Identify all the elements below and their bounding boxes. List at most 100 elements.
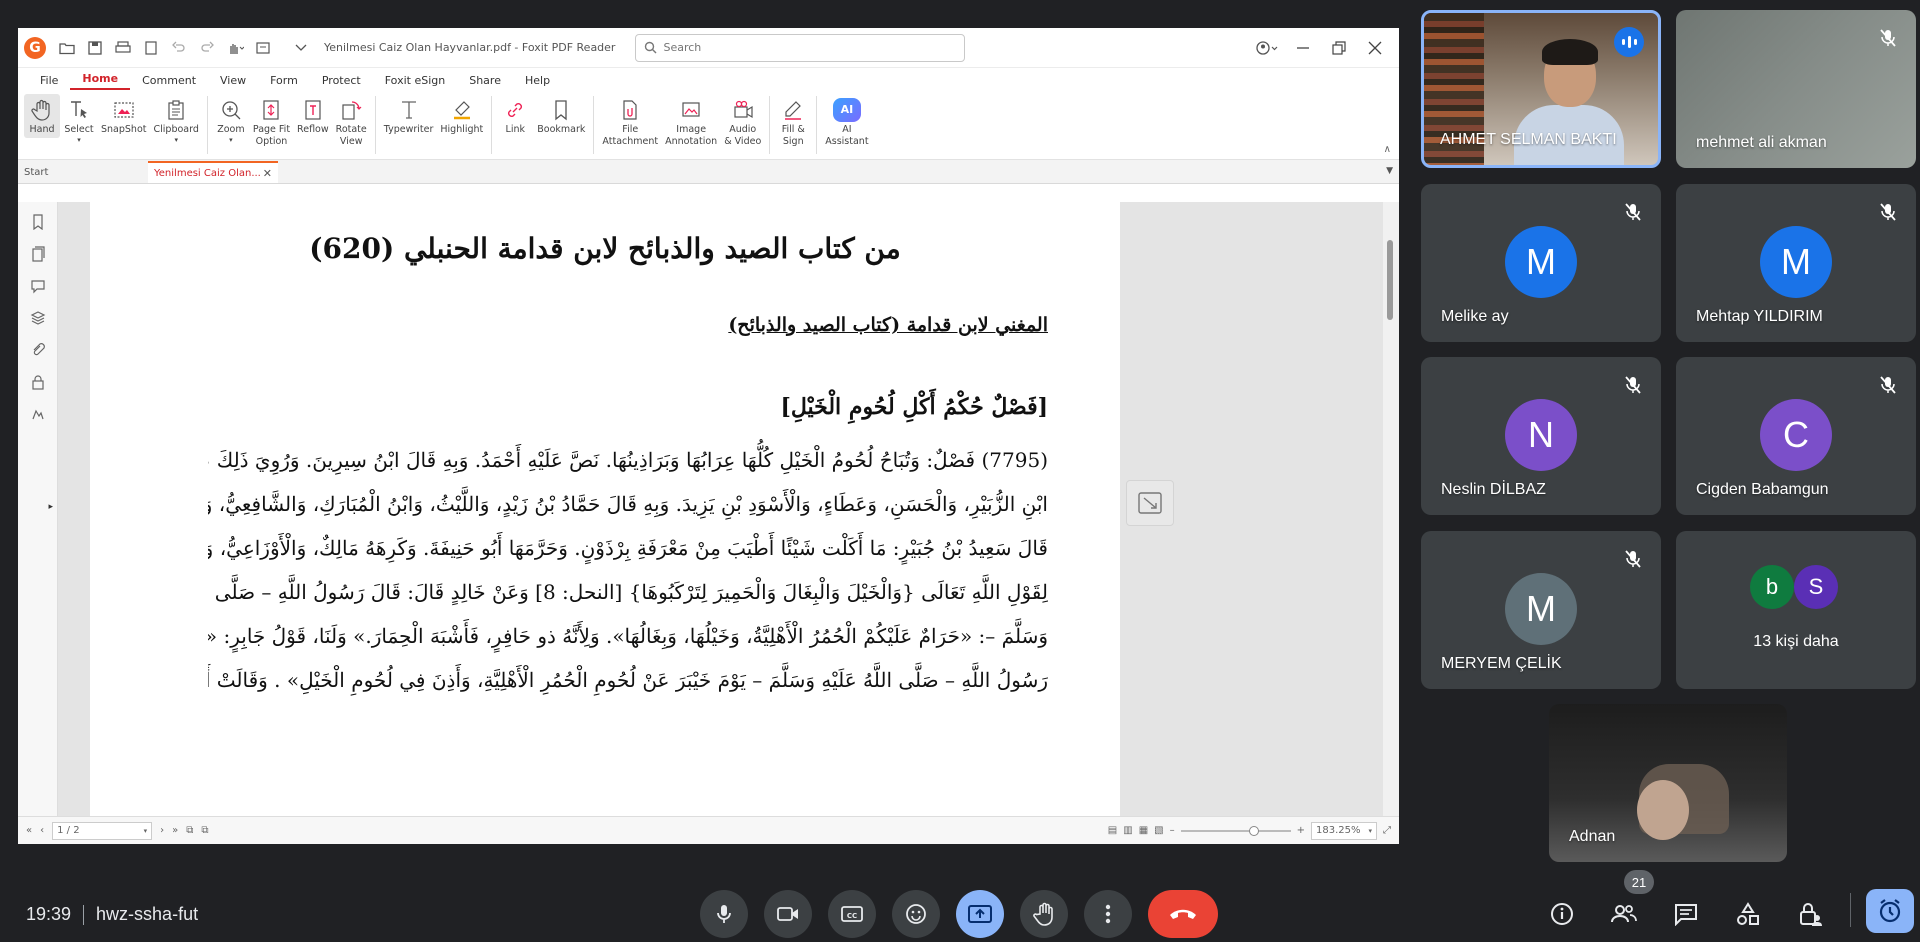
menu-home[interactable]: Home	[70, 72, 131, 90]
camera-button[interactable]	[764, 890, 812, 938]
chat-button[interactable]	[1666, 894, 1706, 934]
hand-tool-button[interactable]: Hand	[24, 94, 60, 139]
highlight-button[interactable]: Highlight	[437, 94, 486, 138]
floating-view-button[interactable]	[1126, 480, 1174, 526]
ai-assistant-button[interactable]: AI AI Assistant	[822, 94, 871, 151]
participant-tile[interactable]: M Mehtap YILDIRIM	[1676, 184, 1916, 342]
menu-protect[interactable]: Protect	[310, 74, 373, 90]
restore-button[interactable]	[1327, 36, 1351, 60]
first-page-icon[interactable]: «	[26, 825, 32, 836]
menu-help[interactable]: Help	[513, 74, 562, 90]
people-button[interactable]	[1604, 894, 1644, 934]
previous-page-icon[interactable]: ‹	[40, 825, 44, 836]
fill-sign-button[interactable]: Fill & Sign	[775, 94, 811, 151]
zoom-in-icon[interactable]: +	[1297, 825, 1305, 836]
image-annotation-button[interactable]: Image Annotation	[662, 94, 720, 151]
present-screen-button[interactable]	[956, 890, 1004, 938]
hand-dropdown-icon[interactable]	[222, 35, 248, 61]
host-controls-button[interactable]	[1790, 894, 1830, 934]
full-screen-icon[interactable]: ⤢	[1383, 825, 1391, 836]
bookmark-panel-icon[interactable]	[30, 214, 46, 230]
typewriter-button[interactable]: Typewriter	[381, 94, 437, 138]
continuous-facing-icon[interactable]: ▧	[1154, 825, 1163, 836]
menu-file[interactable]: File	[28, 74, 70, 90]
link-button[interactable]: Link	[497, 94, 533, 138]
single-page-icon[interactable]: ▤	[1108, 825, 1117, 836]
more-options-button[interactable]	[1084, 890, 1132, 938]
participant-tile[interactable]: C Cigden Babamgun	[1676, 357, 1916, 515]
shield-check-icon[interactable]	[288, 35, 314, 61]
print-icon[interactable]	[110, 35, 136, 61]
pages-panel-icon[interactable]	[30, 246, 46, 262]
tab-current-document[interactable]: Yenilmesi Caiz Olan... ✕	[148, 161, 278, 183]
snapshot-button[interactable]: SnapShot	[98, 94, 150, 138]
next-page-icon[interactable]: ›	[160, 825, 164, 836]
attachments-panel-icon[interactable]	[30, 342, 46, 358]
select-tool-button[interactable]: Select ▾	[61, 94, 97, 147]
rotate-view-button[interactable]: Rotate View	[333, 94, 370, 151]
microphone-button[interactable]	[700, 890, 748, 938]
facing-page-icon[interactable]: ▦	[1139, 825, 1148, 836]
reactions-button[interactable]	[892, 890, 940, 938]
meeting-details-button[interactable]	[1542, 894, 1582, 934]
leave-call-button[interactable]	[1148, 890, 1218, 938]
security-panel-icon[interactable]	[30, 374, 46, 390]
new-document-icon[interactable]	[138, 35, 164, 61]
zoom-slider-handle[interactable]	[1248, 825, 1259, 836]
tab-start[interactable]: Start	[18, 161, 148, 183]
menu-share[interactable]: Share	[457, 74, 513, 90]
reflow-button[interactable]: Reflow	[294, 94, 332, 138]
zoom-button[interactable]: Zoom ▾	[213, 94, 249, 147]
signature-panel-icon[interactable]	[30, 406, 46, 422]
search-input[interactable]	[663, 41, 944, 54]
open-folder-icon[interactable]	[54, 35, 80, 61]
participant-tile-speaker[interactable]: AHMET SELMAN BAKTI	[1421, 10, 1661, 168]
close-tab-icon[interactable]: ✕	[263, 167, 272, 180]
minimize-button[interactable]	[1291, 36, 1315, 60]
collapse-ribbon-icon[interactable]: ∧	[1384, 144, 1391, 155]
participant-tile[interactable]: M MERYEM ÇELİK	[1421, 531, 1661, 689]
participant-tile[interactable]: N Neslin DİLBAZ	[1421, 357, 1661, 515]
zoom-level-select[interactable]: 183.25% ▾	[1311, 821, 1377, 840]
participant-tile[interactable]: mehmet ali akman	[1676, 10, 1916, 168]
close-button[interactable]	[1363, 36, 1387, 60]
participant-tile[interactable]: M Melike ay	[1421, 184, 1661, 342]
page-fit-option-button[interactable]: Page Fit Option	[250, 94, 293, 151]
layers-panel-icon[interactable]	[30, 310, 46, 326]
zoom-out-icon[interactable]: –	[1170, 825, 1175, 836]
vertical-scrollbar[interactable]	[1383, 202, 1399, 816]
account-icon[interactable]	[1255, 36, 1279, 60]
last-page-icon[interactable]: »	[172, 825, 178, 836]
speaking-indicator-icon	[1614, 27, 1644, 57]
tab-list-dropdown-icon[interactable]: ▼	[1386, 166, 1393, 176]
bookmark-button[interactable]: Bookmark	[534, 94, 588, 138]
scrollbar-thumb[interactable]	[1387, 240, 1393, 320]
menu-form[interactable]: Form	[258, 74, 310, 90]
comments-panel-icon[interactable]	[30, 278, 46, 294]
redo-icon[interactable]	[194, 35, 220, 61]
menu-foxit-esign[interactable]: Foxit eSign	[373, 74, 457, 90]
self-view-tile[interactable]: Adnan	[1549, 704, 1787, 862]
search-box[interactable]	[635, 33, 966, 62]
timer-button[interactable]	[1866, 889, 1914, 933]
more-participants-tile[interactable]: b S 13 kişi daha	[1676, 531, 1916, 689]
audio-video-button[interactable]: Audio & Video	[721, 94, 764, 151]
undo-icon[interactable]	[166, 35, 192, 61]
menu-comment[interactable]: Comment	[130, 74, 208, 90]
activities-button[interactable]	[1728, 894, 1768, 934]
raise-hand-button[interactable]	[1020, 890, 1068, 938]
copy-view-icon[interactable]: ⧉	[186, 825, 193, 836]
expand-panel-icon[interactable]: ▸	[48, 502, 53, 512]
clipboard-button[interactable]: Clipboard ▾	[151, 94, 202, 147]
save-icon[interactable]	[82, 35, 108, 61]
avatar: C	[1760, 399, 1832, 471]
page-number-input[interactable]: 1 / 2 ▾	[52, 821, 153, 840]
menu-view[interactable]: View	[208, 74, 258, 90]
captions-button[interactable]: CC	[828, 890, 876, 938]
document-viewport[interactable]: من كتاب الصيد والذبائح لابن قدامة الحنبل…	[58, 202, 1399, 816]
file-attachment-button[interactable]: File Attachment	[599, 94, 661, 151]
continuous-page-icon[interactable]: ▥	[1123, 825, 1132, 836]
zoom-slider[interactable]	[1180, 825, 1291, 836]
customize-toolbar-icon[interactable]	[250, 35, 276, 61]
paste-view-icon[interactable]: ⧉	[201, 825, 208, 836]
